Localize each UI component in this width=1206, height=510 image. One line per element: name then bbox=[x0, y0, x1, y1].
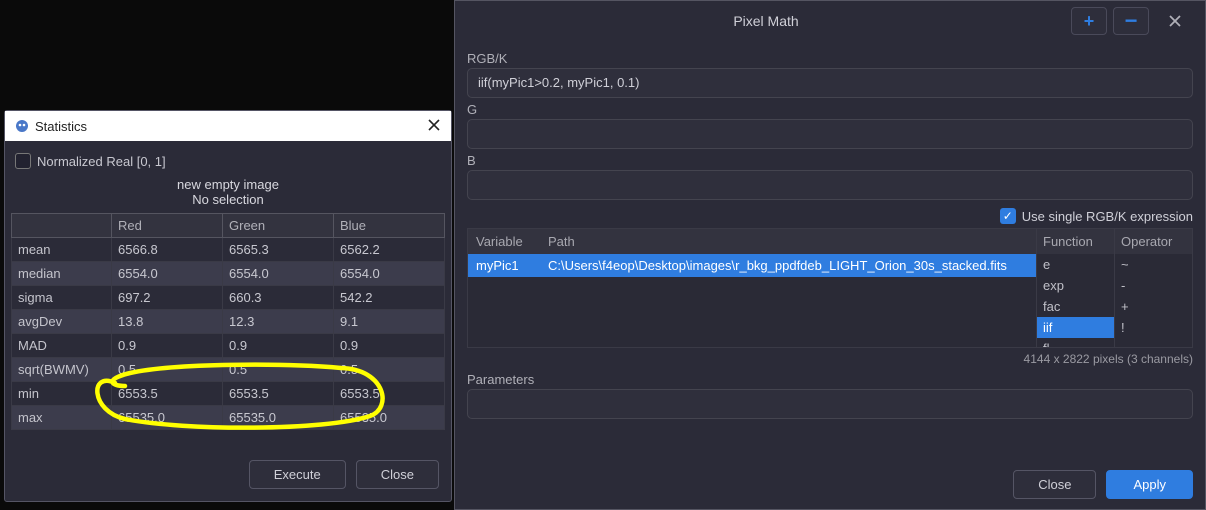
apply-button[interactable]: Apply bbox=[1106, 470, 1193, 499]
operator-item[interactable]: - bbox=[1115, 275, 1192, 296]
variable-name: myPic1 bbox=[468, 254, 540, 277]
function-item[interactable]: fac bbox=[1037, 296, 1114, 317]
function-item[interactable]: iif bbox=[1037, 317, 1114, 338]
operator-item[interactable]: + bbox=[1115, 296, 1192, 317]
close-icon[interactable] bbox=[427, 116, 441, 137]
rgbk-input[interactable]: iif(myPic1>0.2, myPic1, 0.1) bbox=[467, 68, 1193, 98]
table-cell: 65535.0 bbox=[223, 406, 334, 430]
table-cell: sigma bbox=[12, 286, 112, 310]
table-cell: 6553.5 bbox=[112, 382, 223, 406]
table-cell: 0.9 bbox=[223, 334, 334, 358]
var-header-variable[interactable]: Variable bbox=[468, 229, 540, 254]
table-row: MAD0.90.90.9 bbox=[12, 334, 445, 358]
parameters-label: Parameters bbox=[467, 372, 1193, 387]
operator-item[interactable]: ~ bbox=[1115, 254, 1192, 275]
function-item[interactable]: fl bbox=[1037, 338, 1114, 348]
table-row: avgDev13.812.39.1 bbox=[12, 310, 445, 334]
table-cell: 542.2 bbox=[334, 286, 445, 310]
table-cell: 65535.0 bbox=[112, 406, 223, 430]
table-row: min6553.56553.56553.5 bbox=[12, 382, 445, 406]
table-cell: 6562.2 bbox=[334, 238, 445, 262]
operator-item[interactable]: ! bbox=[1115, 317, 1192, 338]
col-green[interactable]: Green bbox=[223, 214, 334, 238]
table-cell: 697.2 bbox=[112, 286, 223, 310]
variables-column: Variable Path myPic1 C:\Users\f4eop\Desk… bbox=[468, 229, 1036, 347]
variable-row[interactable]: myPic1 C:\Users\f4eop\Desktop\images\r_b… bbox=[468, 254, 1036, 277]
table-cell: max bbox=[12, 406, 112, 430]
selection-label: No selection bbox=[11, 192, 445, 207]
statistics-table: Red Green Blue mean6566.86565.36562.2med… bbox=[11, 213, 445, 430]
statistics-title: Statistics bbox=[35, 119, 427, 134]
pixelmath-titlebar[interactable]: Pixel Math + − bbox=[455, 1, 1205, 41]
table-cell: 0.5 bbox=[223, 358, 334, 382]
parameters-input[interactable] bbox=[467, 389, 1193, 419]
table-cell: sqrt(BWMV) bbox=[12, 358, 112, 382]
normalized-label: Normalized Real [0, 1] bbox=[37, 154, 166, 169]
app-icon bbox=[15, 119, 29, 133]
statistics-titlebar[interactable]: Statistics bbox=[5, 111, 451, 141]
table-row: median6554.06554.06554.0 bbox=[12, 262, 445, 286]
pixelmath-middle: Variable Path myPic1 C:\Users\f4eop\Desk… bbox=[467, 228, 1193, 348]
table-cell: 6554.0 bbox=[223, 262, 334, 286]
image-info: 4144 x 2822 pixels (3 channels) bbox=[467, 352, 1193, 366]
table-cell: 13.8 bbox=[112, 310, 223, 334]
execute-button[interactable]: Execute bbox=[249, 460, 346, 489]
image-name: new empty image bbox=[11, 177, 445, 192]
minus-icon[interactable]: − bbox=[1113, 7, 1149, 35]
table-cell: 6553.5 bbox=[334, 382, 445, 406]
variables-header: Variable Path bbox=[468, 229, 1036, 254]
b-label: B bbox=[467, 153, 1193, 168]
normalized-checkbox[interactable] bbox=[15, 153, 31, 169]
b-input[interactable] bbox=[467, 170, 1193, 200]
table-cell: 0.9 bbox=[334, 334, 445, 358]
table-cell: MAD bbox=[12, 334, 112, 358]
statistics-window: Statistics Normalized Real [0, 1] new em… bbox=[4, 110, 452, 502]
table-cell: 660.3 bbox=[223, 286, 334, 310]
col-blank[interactable] bbox=[12, 214, 112, 238]
table-cell: 0.9 bbox=[112, 334, 223, 358]
close-icon[interactable] bbox=[1157, 14, 1193, 28]
variable-path: C:\Users\f4eop\Desktop\images\r_bkg_ppdf… bbox=[540, 254, 1036, 277]
table-row: max65535.065535.065535.0 bbox=[12, 406, 445, 430]
col-red[interactable]: Red bbox=[112, 214, 223, 238]
col-blue[interactable]: Blue bbox=[334, 214, 445, 238]
g-input[interactable] bbox=[467, 119, 1193, 149]
table-row: sigma697.2660.3542.2 bbox=[12, 286, 445, 310]
pixelmath-title: Pixel Math bbox=[467, 13, 1065, 29]
g-label: G bbox=[467, 102, 1193, 117]
table-cell: 65535.0 bbox=[334, 406, 445, 430]
function-item[interactable]: exp bbox=[1037, 275, 1114, 296]
rgbk-label: RGB/K bbox=[467, 51, 1193, 66]
function-header[interactable]: Function bbox=[1037, 229, 1114, 254]
table-cell: min bbox=[12, 382, 112, 406]
table-cell: 0.5 bbox=[112, 358, 223, 382]
table-cell: 0.5 bbox=[334, 358, 445, 382]
table-row: mean6566.86565.36562.2 bbox=[12, 238, 445, 262]
use-single-checkbox[interactable]: ✓ bbox=[1000, 208, 1016, 224]
operator-header[interactable]: Operator bbox=[1115, 229, 1192, 254]
table-cell: 6554.0 bbox=[334, 262, 445, 286]
table-cell: mean bbox=[12, 238, 112, 262]
table-cell: 12.3 bbox=[223, 310, 334, 334]
use-single-label: Use single RGB/K expression bbox=[1022, 209, 1193, 224]
function-column: Function eexpfaciiffl bbox=[1036, 229, 1114, 347]
normalized-checkbox-row[interactable]: Normalized Real [0, 1] bbox=[11, 151, 445, 177]
table-cell: 6566.8 bbox=[112, 238, 223, 262]
var-header-path[interactable]: Path bbox=[540, 229, 1036, 254]
table-cell: 9.1 bbox=[334, 310, 445, 334]
table-header-row: Red Green Blue bbox=[12, 214, 445, 238]
table-cell: 6565.3 bbox=[223, 238, 334, 262]
table-cell: 6554.0 bbox=[112, 262, 223, 286]
table-row: sqrt(BWMV)0.50.50.5 bbox=[12, 358, 445, 382]
table-cell: 6553.5 bbox=[223, 382, 334, 406]
plus-icon[interactable]: + bbox=[1071, 7, 1107, 35]
use-single-row[interactable]: ✓ Use single RGB/K expression bbox=[467, 208, 1193, 224]
function-item[interactable]: e bbox=[1037, 254, 1114, 275]
table-cell: median bbox=[12, 262, 112, 286]
operator-column: Operator ~-+! bbox=[1114, 229, 1192, 347]
pixelmath-window: Pixel Math + − RGB/K iif(myPic1>0.2, myP… bbox=[454, 0, 1206, 510]
table-cell: avgDev bbox=[12, 310, 112, 334]
pm-close-button[interactable]: Close bbox=[1013, 470, 1096, 499]
close-button[interactable]: Close bbox=[356, 460, 439, 489]
